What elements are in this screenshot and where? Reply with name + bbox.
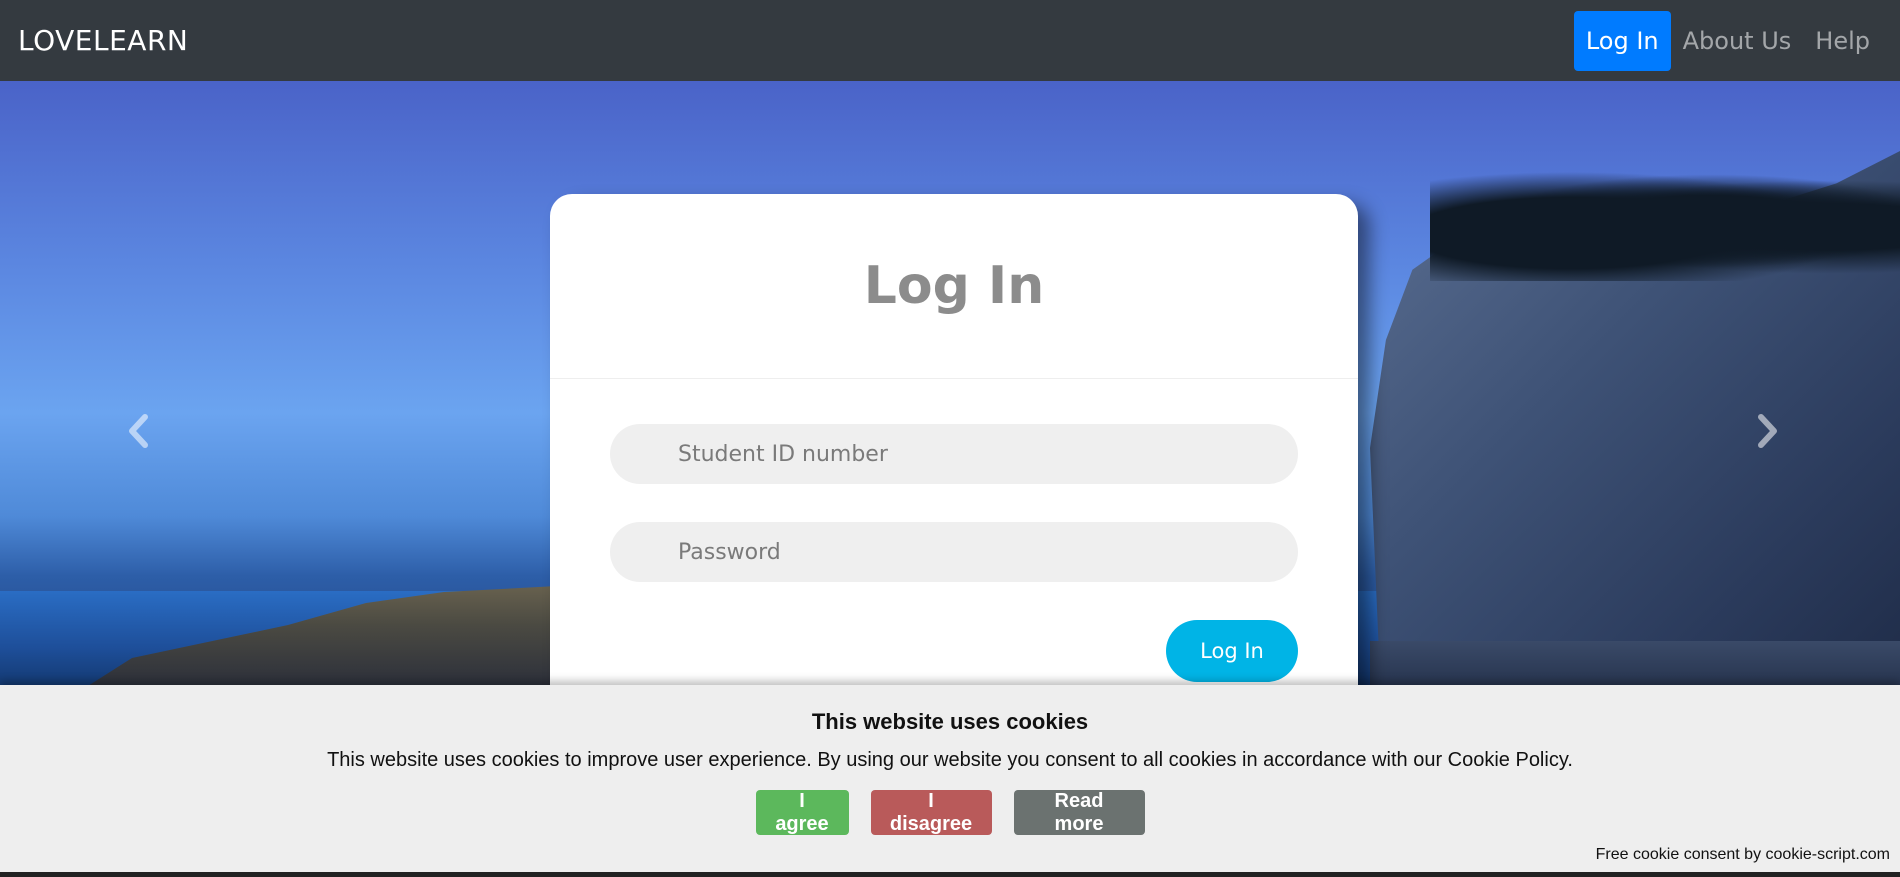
- cookie-text: This website uses cookies to improve use…: [327, 749, 1573, 771]
- cookie-title: This website uses cookies: [811, 709, 1089, 734]
- navbar: LOVELEARN Log In About Us Help: [0, 0, 1900, 81]
- cookie-disagree-button[interactable]: I disagree: [870, 790, 992, 835]
- login-submit-button[interactable]: Log In: [1166, 620, 1298, 682]
- student-id-input[interactable]: [610, 424, 1298, 484]
- carousel-prev-button[interactable]: [118, 411, 158, 451]
- cookie-banner: This website uses cookies This website u…: [0, 685, 1900, 872]
- nav-about-link[interactable]: About Us: [1671, 11, 1804, 71]
- cookie-agree-button[interactable]: I agree: [755, 790, 849, 835]
- login-title: Log In: [550, 194, 1358, 379]
- login-card: Log In Log In: [550, 194, 1358, 734]
- brand-logo[interactable]: LOVELEARN: [18, 24, 188, 57]
- nav-help-link[interactable]: Help: [1803, 11, 1882, 71]
- background-rocks-right: [1370, 641, 1900, 685]
- carousel-next-button[interactable]: [1748, 411, 1788, 451]
- nav-login-link[interactable]: Log In: [1573, 10, 1671, 71]
- cookie-buttons: I agree I disagree Read more: [0, 790, 1900, 835]
- bottom-strip: [0, 872, 1900, 877]
- chevron-left-icon: [129, 414, 148, 448]
- chevron-right-icon: [1758, 414, 1777, 448]
- cookie-credit-link[interactable]: Free cookie consent by cookie-script.com: [1596, 846, 1890, 864]
- password-input[interactable]: [610, 522, 1298, 582]
- cookie-read-more-button[interactable]: Read more: [1013, 790, 1145, 835]
- background-trees: [1430, 161, 1900, 281]
- nav-menu: Log In About Us Help: [1573, 0, 1882, 81]
